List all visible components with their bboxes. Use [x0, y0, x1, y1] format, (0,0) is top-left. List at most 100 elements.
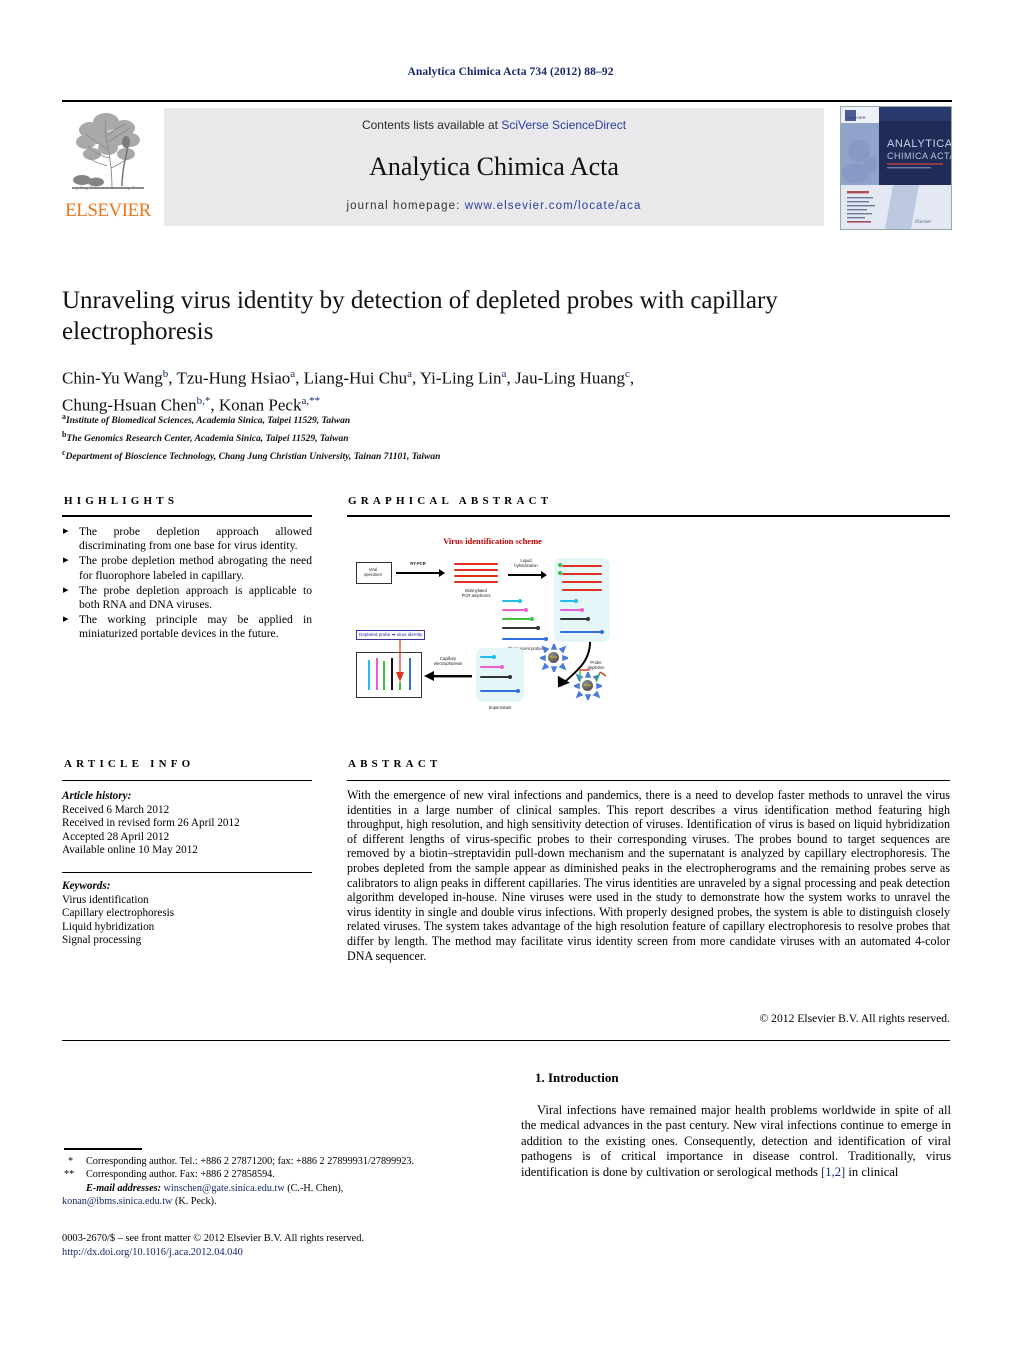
- abstract-rule: [347, 780, 950, 782]
- svg-text:CHIMICA ACTA: CHIMICA ACTA: [887, 151, 951, 161]
- probe-dot-icon: [536, 626, 540, 630]
- liquid-hybridization-arrow-icon: [508, 571, 547, 579]
- author-affil-mark: a,**: [301, 394, 321, 407]
- history-item: Received in revised form 26 April 2012: [62, 817, 240, 830]
- liquid-hybridization-label: Liquid hybridization: [514, 558, 538, 568]
- running-head: Analytica Chimica Acta 734 (2012) 88–92: [407, 66, 614, 78]
- duplex-bar: [562, 589, 602, 591]
- free-probe-bar: [560, 618, 588, 620]
- journal-title: Analytica Chimica Acta: [369, 152, 619, 181]
- list-item: ▸ The probe depletion approach allowed di…: [62, 525, 312, 553]
- amplicon-bar: [454, 569, 498, 571]
- author-list: Chin-Yu Wangb, Tzu-Hung Hsiaoa, Liang-Hu…: [62, 368, 635, 415]
- author-name: Yi-Ling Lin: [419, 368, 502, 388]
- probe-dot-icon: [516, 689, 520, 693]
- supernatant-label: Supernatant: [488, 705, 512, 710]
- email-link[interactable]: winschen@gate.sinica.edu.tw: [164, 1183, 285, 1194]
- graphical-abstract-rule: [347, 515, 950, 517]
- introduction-heading: 1. Introduction: [535, 1070, 619, 1085]
- masthead-top-rule: [62, 100, 952, 102]
- highlight-text: The probe depletion approach is applicab…: [79, 583, 312, 612]
- supernatant-probe-bar: [480, 666, 502, 668]
- capillary-electrophoresis-arrow-icon: [424, 671, 472, 681]
- graphical-abstract-heading: GRAPHICAL ABSTRACT: [348, 495, 553, 507]
- email-addresses-note: E-mail addresses: winschen@gate.sinica.e…: [62, 1182, 502, 1195]
- probe-dot-icon: [518, 599, 522, 603]
- keywords-block: Keywords: Virus identification Capillary…: [62, 880, 312, 948]
- corresponding-author-note: * Corresponding author. Tel.: +886 2 278…: [62, 1155, 502, 1168]
- citation-reference[interactable]: [1,2]: [821, 1165, 845, 1179]
- keywords-label: Keywords:: [62, 880, 111, 892]
- free-probe-bar: [560, 631, 602, 633]
- amplicon-bar: [454, 563, 498, 565]
- probe-dot-icon: [524, 608, 528, 612]
- duplex-bar: [562, 581, 602, 583]
- corresponding-author-text: Corresponding author. Tel.: +886 2 27871…: [86, 1156, 415, 1167]
- free-probe-bar: [560, 609, 582, 611]
- figure-title: Virus identification scheme: [443, 536, 542, 546]
- corresponding-author-note: ** Corresponding author. Fax: +886 2 278…: [62, 1168, 502, 1181]
- asterisk-mark: *: [68, 1156, 74, 1167]
- graphical-abstract-figure: Virus identification scheme Viral specime…: [350, 530, 635, 720]
- affiliation-item: aInstitute of Biomedical Sciences, Acade…: [62, 410, 862, 428]
- keyword-item: Signal processing: [62, 934, 142, 947]
- svg-text:ELSEVIER: ELSEVIER: [846, 115, 866, 120]
- rt-pcr-arrow-icon: [396, 569, 445, 577]
- probe-dot-icon: [492, 655, 496, 659]
- keyword-item: Liquid hybridization: [62, 920, 155, 933]
- viral-specimen-label: Viral specimen: [364, 567, 382, 577]
- affiliation-text: Department of Bioscience Technology, Cha…: [65, 452, 441, 463]
- history-item: Available online 10 May 2012: [62, 844, 198, 857]
- corresponding-author-text: Corresponding author. Fax: +886 2 278585…: [86, 1169, 275, 1181]
- probe-bar: [502, 638, 546, 640]
- author-name: Liang-Hui Chu: [303, 368, 408, 388]
- probe-dot-icon: [500, 665, 504, 669]
- contents-prefix-text: Contents lists available at: [361, 118, 502, 132]
- body-separator-rule: [62, 1040, 950, 1042]
- sciencedirect-link[interactable]: SciVerse ScienceDirect: [501, 118, 626, 132]
- electropherogram-peak: [409, 658, 411, 690]
- author-affil-mark: a: [407, 368, 412, 380]
- probe-dot-icon: [544, 637, 548, 641]
- depleted-probe-badge: Depleted probe ➡ virus identity: [356, 630, 426, 640]
- author-affil-mark: a: [290, 368, 296, 380]
- article-history-label: Article history:: [62, 790, 132, 802]
- keyword-item: Capillary electrophoresis: [62, 907, 175, 920]
- abstract-copyright: © 2012 Elsevier B.V. All rights reserved…: [759, 1012, 950, 1025]
- author-affil-mark: a: [501, 368, 507, 380]
- journal-cover-thumbnail: ELSEVIER ANALYTICA CHIMICA ACTA Elsevier: [840, 106, 952, 230]
- doi-link[interactable]: http://dx.doi.org/10.1016/j.aca.2012.04.…: [62, 1246, 502, 1260]
- email-owner: (K. Peck).: [174, 1196, 217, 1208]
- probe-dot-icon: [508, 675, 512, 679]
- bead-spikes-icon: [540, 644, 568, 672]
- elsevier-logo: ELSEVIER: [64, 108, 152, 226]
- email-link[interactable]: konan@ibms.sinica.edu.tw: [62, 1196, 172, 1207]
- journal-homepage-link[interactable]: www.elsevier.com/locate/aca: [465, 200, 642, 212]
- list-item: ▸ The probe depletion approach is applica…: [62, 584, 312, 612]
- list-item: ▸ The probe depletion method abrogating t…: [62, 554, 312, 582]
- author-affil-mark: b,*: [196, 394, 211, 407]
- supernatant-probe-bar: [480, 690, 518, 692]
- electropherogram-box: [356, 652, 422, 698]
- email-addresses-note-continued: konan@ibms.sinica.edu.tw (K. Peck).: [62, 1195, 502, 1208]
- keyword-item: Virus identification: [62, 893, 149, 906]
- triangle-right-icon: ▸: [63, 583, 69, 596]
- author-affil-mark: c: [624, 368, 630, 380]
- article-history-block: Article history: Received 6 March 2012 R…: [62, 790, 312, 858]
- highlight-text: The probe depletion approach allowed dis…: [79, 525, 312, 553]
- masthead-panel: Contents lists available at SciVerse Sci…: [164, 108, 824, 226]
- keywords-rule: [62, 872, 312, 874]
- svg-text:ANALYTICA: ANALYTICA: [887, 138, 951, 150]
- highlights-rule: [62, 515, 312, 517]
- capillary-electrophoresis-label: Capillary electrophoresis: [433, 656, 463, 666]
- author-affil-mark: b: [162, 368, 169, 380]
- highlight-text: The probe depletion method abrogating th…: [79, 554, 312, 582]
- electropherogram-peak: [376, 658, 378, 690]
- probe-bar: [502, 618, 532, 620]
- email-owner: (C.-H. Chen),: [287, 1182, 344, 1194]
- footnote-rule: [64, 1148, 142, 1150]
- probe-dot-icon: [580, 608, 584, 612]
- amplicon-bar: [454, 581, 498, 583]
- probe-dot-icon: [600, 630, 604, 634]
- author-name: Chin-Yu Wang: [62, 368, 163, 388]
